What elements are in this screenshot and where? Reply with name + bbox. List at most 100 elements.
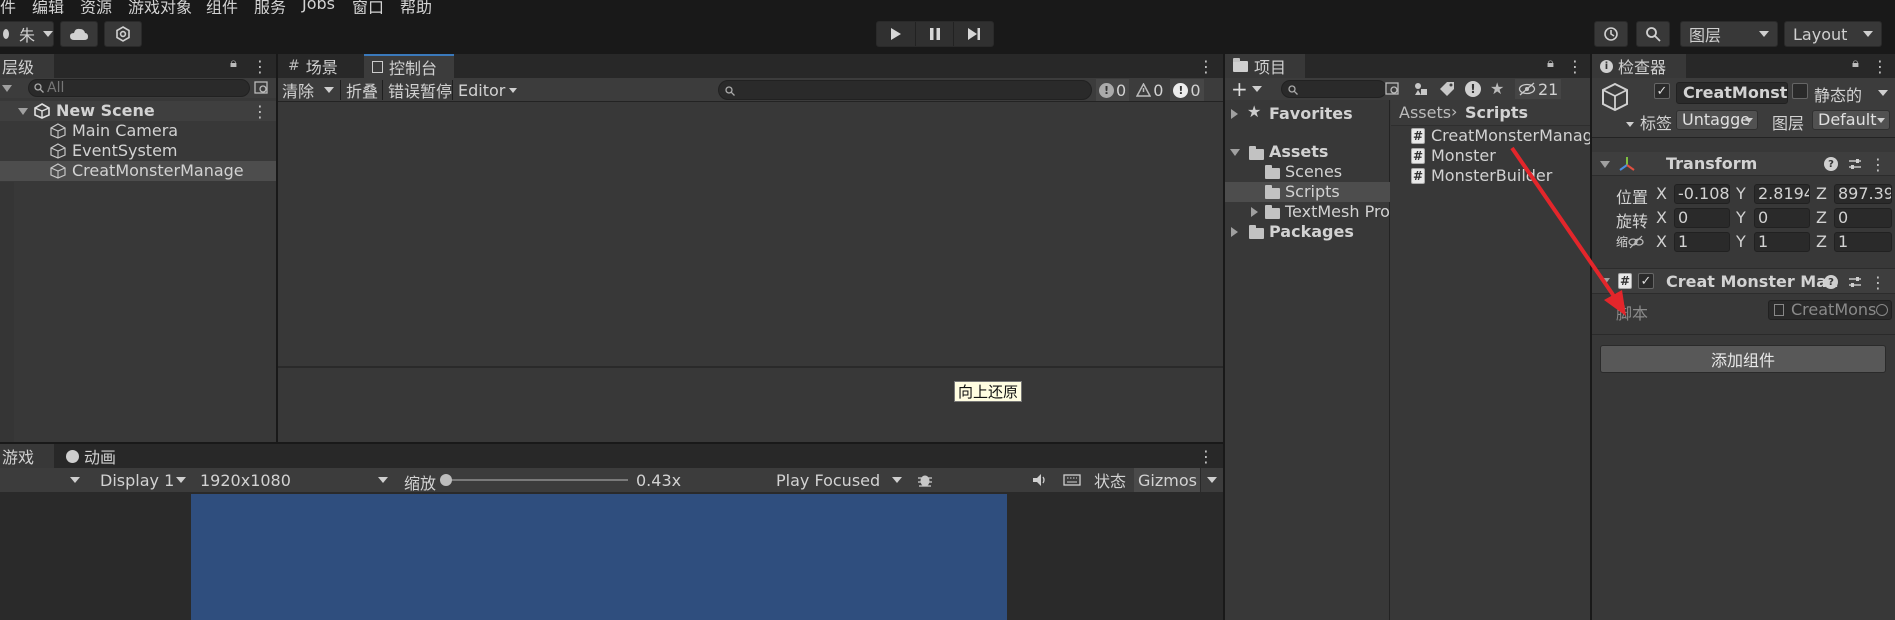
folder-item[interactable]: TextMesh Pro — [1225, 202, 1390, 222]
collapse-icon[interactable] — [1600, 161, 1610, 168]
position-y-input[interactable]: 2.8194 — [1754, 184, 1810, 204]
more-icon[interactable]: ⋮ — [252, 54, 268, 78]
cloud-button[interactable] — [60, 21, 98, 47]
transform-header[interactable]: Transform ? ⋮ — [1592, 152, 1895, 176]
tab-game[interactable]: 游戏 — [0, 444, 54, 468]
layout-dropdown[interactable]: Layout — [1784, 21, 1882, 47]
gizmos-button[interactable]: Gizmos — [1134, 468, 1200, 492]
favorites-row[interactable]: ★ Favorites — [1225, 102, 1390, 124]
lock-icon[interactable]: 🔒︎ — [230, 56, 237, 71]
more-icon[interactable]: ⋮ — [1198, 54, 1214, 78]
object-name-input[interactable]: CreatMonster — [1676, 82, 1788, 104]
search-button[interactable] — [1636, 21, 1670, 47]
debug-button[interactable] — [914, 470, 936, 490]
error-toggle[interactable]: ! 0 — [1170, 79, 1204, 101]
tab-scene[interactable]: # 场景 — [280, 54, 362, 78]
collapse-button[interactable]: 折叠 — [346, 78, 378, 102]
collapse-icon[interactable] — [1600, 278, 1610, 285]
menu-assets[interactable]: 资源 — [80, 0, 112, 14]
play-mode-dropdown[interactable]: Play Focused — [770, 468, 908, 492]
tag-dropdown[interactable]: Untagge — [1676, 110, 1758, 130]
menu-edit[interactable]: 编辑 — [32, 0, 64, 14]
favorite-star-icon[interactable]: ★ — [1490, 79, 1504, 98]
hierarchy-item[interactable]: EventSystem — [0, 141, 276, 161]
info-toggle[interactable]: ! 0 — [1096, 79, 1130, 101]
search-filter-icon[interactable] — [254, 81, 270, 95]
step-button[interactable] — [954, 22, 993, 46]
account-dropdown[interactable]: 朱 — [0, 21, 54, 47]
more-icon[interactable]: ⋮ — [1567, 54, 1583, 78]
menu-jobs[interactable]: Jobs — [302, 0, 335, 13]
expand-icon[interactable] — [1231, 227, 1238, 237]
shortcuts-button[interactable] — [1060, 470, 1084, 490]
add-component-button[interactable]: 添加组件 — [1600, 345, 1886, 373]
error-pause-button[interactable]: 错误暂停 — [388, 78, 452, 102]
layer-dropdown[interactable]: Default — [1812, 110, 1890, 130]
menu-component[interactable]: 组件 — [206, 0, 238, 14]
game-render-surface[interactable] — [191, 494, 1007, 620]
filter-by-type-icon[interactable] — [1413, 81, 1429, 97]
menu-help[interactable]: 帮助 — [400, 0, 432, 14]
rotation-x-input[interactable]: 0 — [1674, 208, 1730, 228]
tab-inspector[interactable]: i 检查器 — [1592, 54, 1686, 78]
scene-more-icon[interactable]: ⋮ — [252, 99, 268, 123]
collab-button[interactable] — [104, 21, 142, 47]
lock-icon[interactable]: 🔒︎ — [1852, 56, 1859, 71]
menu-file[interactable]: 件 — [0, 0, 16, 14]
search-filter-icon[interactable] — [1385, 82, 1401, 96]
help-icon[interactable]: ? — [1824, 275, 1838, 289]
file-item[interactable]: # CreatMonsterManage — [1391, 126, 1590, 146]
editor-dropdown[interactable]: Editor — [458, 78, 518, 102]
game-view-dropdown-icon[interactable] — [70, 477, 80, 483]
play-button[interactable] — [877, 22, 916, 46]
static-dropdown-icon[interactable] — [1878, 90, 1888, 96]
add-dropdown-icon[interactable] — [2, 85, 12, 92]
expand-icon[interactable] — [1230, 149, 1240, 156]
expand-icon[interactable] — [1231, 109, 1238, 119]
icon-picker-dropdown[interactable] — [1626, 122, 1634, 127]
file-item[interactable]: # Monster — [1391, 146, 1590, 166]
filter-log-icon[interactable]: ! — [1465, 81, 1481, 97]
mute-audio-button[interactable] — [1028, 470, 1052, 490]
stats-button[interactable]: 状态 — [1090, 468, 1130, 492]
filter-by-label-icon[interactable] — [1439, 81, 1455, 97]
component-enabled-checkbox[interactable]: ✓ — [1638, 273, 1654, 289]
resolution-dropdown[interactable]: 1920x1080 — [194, 468, 394, 492]
presets-icon[interactable] — [1848, 157, 1862, 171]
packages-row[interactable]: Packages — [1225, 222, 1390, 242]
undo-history-button[interactable] — [1594, 21, 1628, 47]
clear-button[interactable]: 清除 — [282, 78, 314, 102]
tab-project[interactable]: 项目 — [1225, 54, 1305, 78]
hierarchy-item-selected[interactable]: CreatMonsterManage — [0, 161, 276, 181]
scale-slider-thumb[interactable] — [440, 474, 452, 486]
menu-services[interactable]: 服务 — [254, 0, 286, 14]
help-icon[interactable]: ? — [1824, 157, 1838, 171]
component-more-icon[interactable]: ⋮ — [1870, 270, 1886, 294]
breadcrumb-scripts[interactable]: Scripts — [1465, 103, 1528, 122]
menu-window[interactable]: 窗口 — [352, 0, 384, 14]
rotation-y-input[interactable]: 0 — [1754, 208, 1810, 228]
position-z-input[interactable]: 897.39 — [1834, 184, 1892, 204]
console-log-list[interactable] — [278, 102, 1223, 358]
assets-row[interactable]: Assets — [1225, 142, 1390, 162]
tab-animation[interactable]: 动画 — [58, 444, 128, 468]
display-dropdown[interactable]: Display 1 — [94, 468, 192, 492]
expand-icon[interactable] — [18, 108, 28, 115]
create-button[interactable]: + — [1231, 79, 1262, 99]
scene-row[interactable]: New Scene ⋮ — [0, 101, 276, 121]
console-search-input[interactable] — [718, 80, 1092, 100]
rotation-z-input[interactable]: 0 — [1834, 208, 1892, 228]
expand-icon[interactable] — [1251, 207, 1258, 217]
position-x-input[interactable]: -0.108 — [1674, 184, 1730, 204]
more-icon[interactable]: ⋮ — [1872, 54, 1888, 78]
component-more-icon[interactable]: ⋮ — [1870, 152, 1886, 176]
folder-item-selected[interactable]: Scripts — [1225, 182, 1390, 202]
constrain-proportions-icon[interactable] — [1628, 235, 1644, 249]
static-checkbox[interactable] — [1792, 83, 1808, 99]
hierarchy-search-input[interactable]: All — [28, 79, 250, 97]
hierarchy-item[interactable]: Main Camera — [0, 121, 276, 141]
clear-options-icon[interactable] — [324, 87, 334, 93]
breadcrumb-assets[interactable]: Assets — [1399, 103, 1451, 122]
script-component-header[interactable]: # ✓ Creat Monster Man ? ⋮ — [1592, 268, 1895, 294]
file-item[interactable]: # MonsterBuilder — [1391, 166, 1590, 186]
